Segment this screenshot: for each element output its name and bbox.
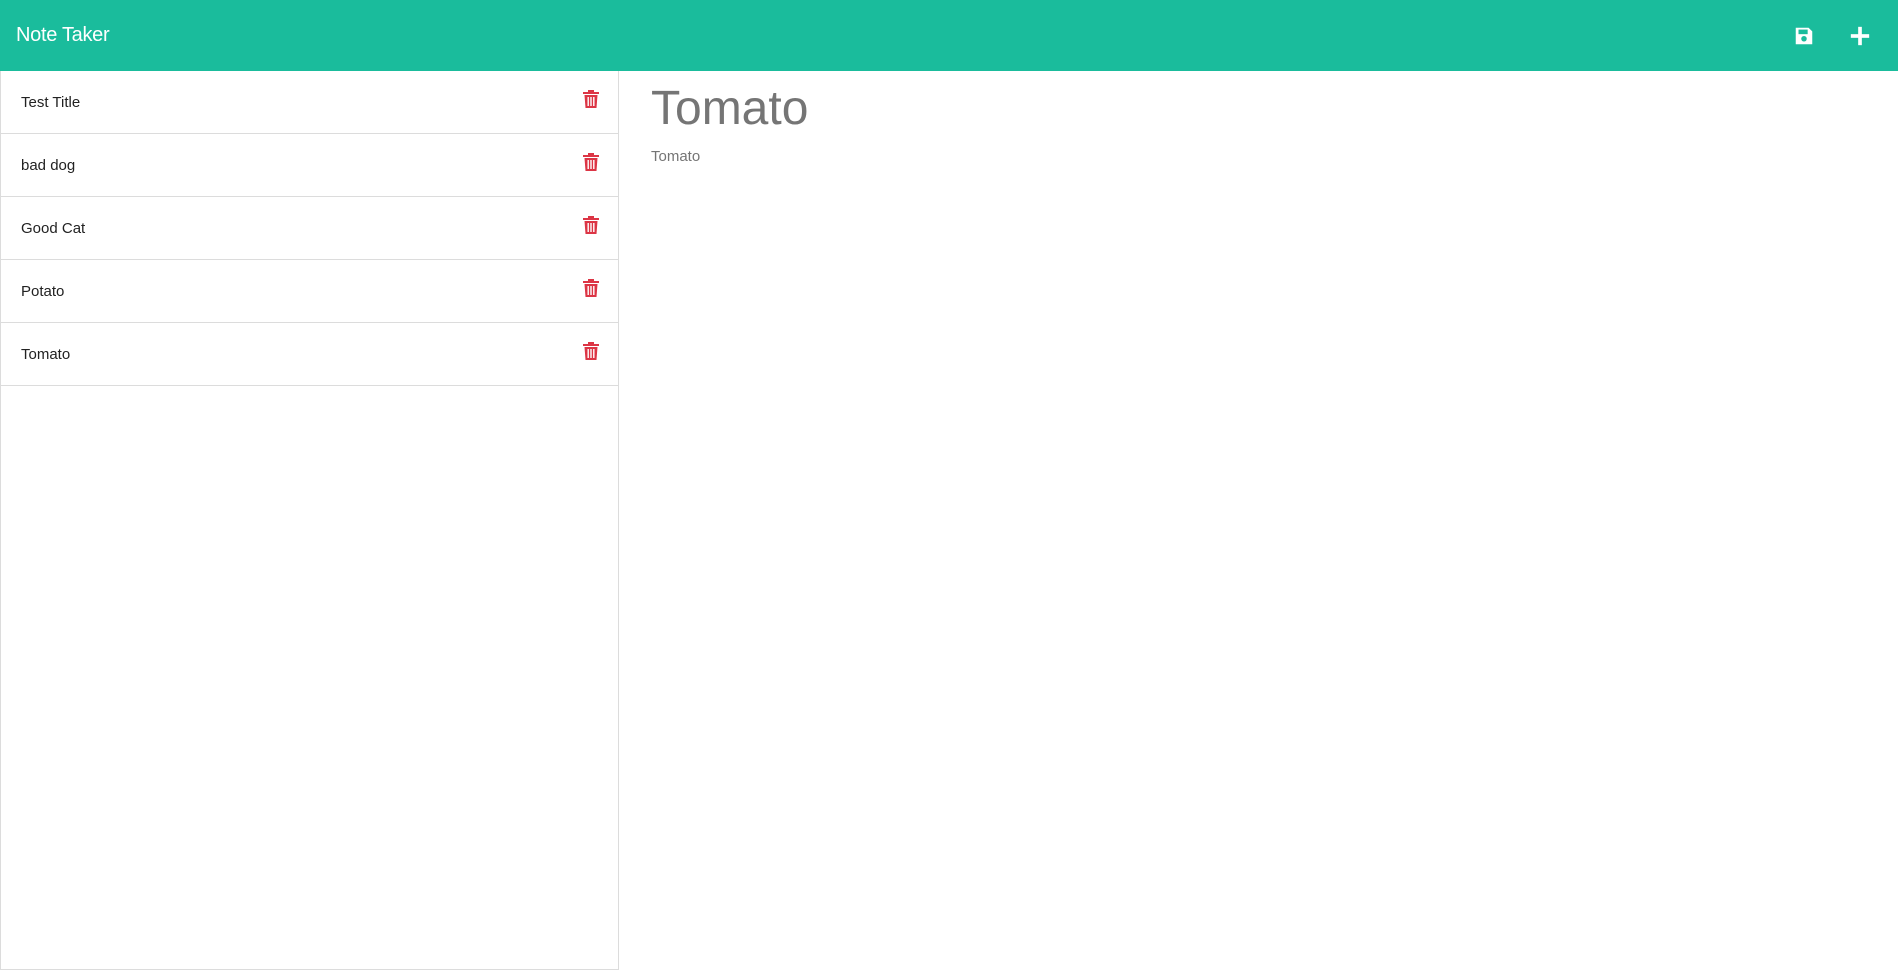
trash-icon[interactable]: [582, 278, 600, 298]
list-item[interactable]: Tomato: [1, 323, 618, 386]
note-title-input[interactable]: Tomato: [651, 82, 1851, 136]
navbar: Note Taker: [0, 0, 1898, 71]
note-item-title[interactable]: Test Title: [21, 94, 80, 111]
note-item-title[interactable]: Tomato: [21, 346, 70, 363]
note-editor: Tomato Tomato: [619, 71, 1898, 970]
brand[interactable]: Note Taker: [16, 24, 110, 47]
list-item[interactable]: Test Title: [1, 71, 618, 134]
nav-actions: [1790, 22, 1882, 50]
note-item-title[interactable]: Good Cat: [21, 220, 85, 237]
note-body-textarea[interactable]: Tomato: [651, 148, 1851, 848]
note-item-title[interactable]: bad dog: [21, 157, 75, 174]
plus-icon[interactable]: [1846, 22, 1874, 50]
list-item[interactable]: bad dog: [1, 134, 618, 197]
trash-icon[interactable]: [582, 215, 600, 235]
list-item[interactable]: Good Cat: [1, 197, 618, 260]
trash-icon[interactable]: [582, 89, 600, 109]
trash-icon[interactable]: [582, 341, 600, 361]
trash-icon[interactable]: [582, 152, 600, 172]
note-list: Test Title bad dog Good Cat Potato Tomat…: [1, 71, 618, 386]
note-list-panel: Test Title bad dog Good Cat Potato Tomat…: [0, 71, 619, 970]
save-icon[interactable]: [1790, 22, 1818, 50]
list-item[interactable]: Potato: [1, 260, 618, 323]
note-item-title[interactable]: Potato: [21, 283, 64, 300]
